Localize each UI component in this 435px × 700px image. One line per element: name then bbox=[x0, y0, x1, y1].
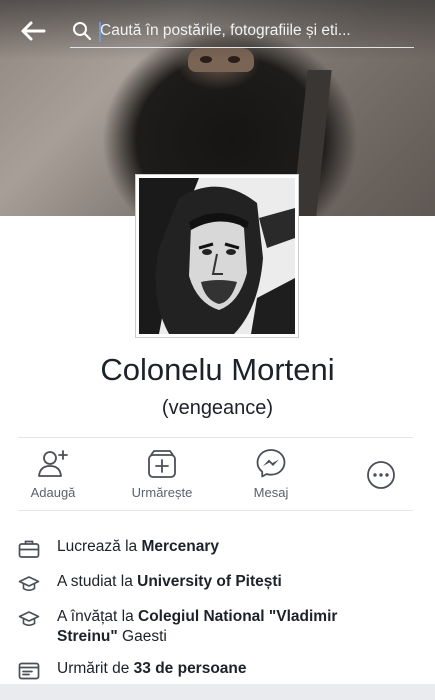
divider-top bbox=[18, 437, 413, 438]
profile-actions: Adaugă Urmărește Mesaj bbox=[18, 440, 413, 508]
message-label: Mesaj bbox=[253, 485, 289, 500]
briefcase-icon bbox=[18, 538, 40, 560]
text-caret bbox=[99, 22, 101, 42]
add-friend-button[interactable]: Adaugă bbox=[8, 440, 98, 508]
info-row-studied[interactable]: A studiat la University of Pitești bbox=[18, 572, 418, 595]
info-row-followers[interactable]: Urmărit de 33 de persoane bbox=[18, 659, 418, 682]
profile-alternate-name: (vengeance) bbox=[161, 397, 274, 419]
search-icon bbox=[70, 19, 94, 43]
divider-bottom bbox=[18, 510, 413, 511]
followers-icon bbox=[18, 660, 40, 682]
add-friend-icon bbox=[36, 446, 70, 480]
intro-section: Lucrează la Mercenary A studiat la Unive… bbox=[18, 528, 418, 680]
profile-picture[interactable] bbox=[135, 174, 299, 338]
learned-suffix: Gaesti bbox=[117, 628, 167, 645]
portrait-drawing bbox=[139, 178, 295, 334]
profile-name: Colonelu Morteni bbox=[100, 352, 335, 387]
followers-prefix: Urmărit de bbox=[57, 660, 134, 677]
search-input[interactable] bbox=[100, 21, 410, 40]
studied-prefix: A studiat la bbox=[57, 573, 138, 590]
work-value[interactable]: Mercenary bbox=[141, 538, 219, 555]
more-icon bbox=[364, 458, 398, 492]
learned-prefix: A învățat la bbox=[57, 608, 138, 625]
followers-value[interactable]: 33 de persoane bbox=[134, 660, 247, 677]
messenger-icon bbox=[254, 446, 288, 480]
bottom-separator bbox=[0, 684, 435, 700]
studied-value[interactable]: University of Pitești bbox=[137, 573, 282, 590]
message-button[interactable]: Mesaj bbox=[226, 440, 316, 508]
graduation-cap-icon bbox=[18, 608, 40, 630]
back-arrow-icon bbox=[21, 21, 46, 41]
profile-picture-image bbox=[139, 178, 295, 334]
search-bar[interactable] bbox=[70, 14, 414, 48]
top-bar bbox=[0, 0, 435, 60]
graduation-cap-icon bbox=[18, 573, 40, 595]
more-button[interactable] bbox=[336, 440, 426, 508]
follow-button[interactable]: Urmărește bbox=[117, 440, 207, 508]
add-friend-label: Adaugă bbox=[30, 485, 76, 500]
follow-label: Urmărește bbox=[131, 485, 193, 500]
info-row-learned[interactable]: A învățat la Colegiul National "Vladimir… bbox=[18, 607, 418, 647]
follow-icon bbox=[145, 446, 179, 480]
work-prefix: Lucrează la bbox=[57, 538, 142, 555]
back-button[interactable] bbox=[18, 16, 48, 46]
info-row-work[interactable]: Lucrează la Mercenary bbox=[18, 537, 418, 560]
